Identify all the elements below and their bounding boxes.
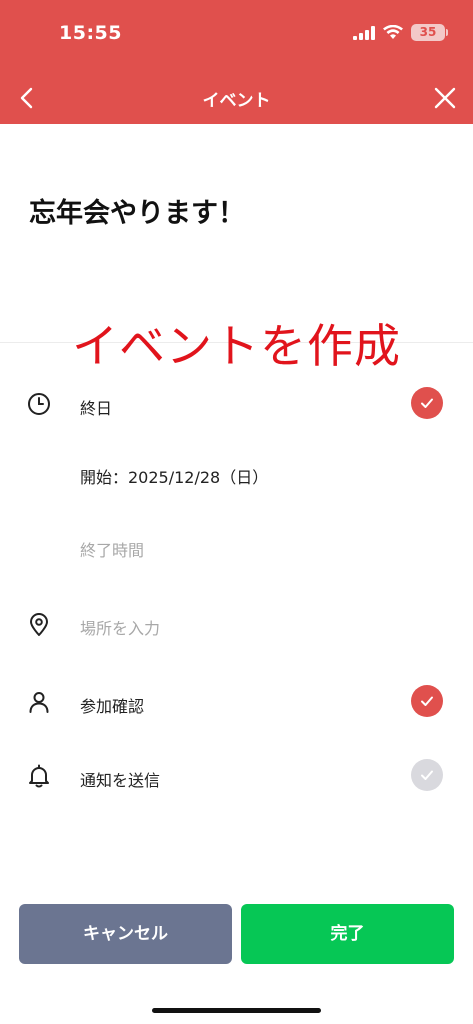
cancel-button[interactable]: キャンセル	[19, 904, 232, 964]
header-bar: 15:55 35 イベント	[0, 0, 473, 124]
signal-icon	[353, 25, 375, 40]
location-input[interactable]: 場所を入力	[80, 615, 160, 639]
overlay-caption: イベントを作成	[72, 319, 401, 373]
location-pin-icon	[30, 613, 48, 636]
battery-icon: 35	[411, 24, 448, 41]
rsvp-label: 参加確認	[80, 697, 145, 716]
notify-label: 通知を送信	[80, 771, 161, 790]
rsvp-toggle[interactable]	[411, 685, 443, 717]
checkmark-icon	[421, 398, 433, 408]
all-day-toggle[interactable]	[411, 387, 443, 419]
status-time: 15:55	[59, 22, 122, 44]
status-icons: 35	[353, 24, 448, 41]
wifi-icon	[383, 25, 403, 39]
checkmark-icon	[421, 770, 433, 780]
close-icon[interactable]	[431, 84, 459, 112]
notify-toggle[interactable]	[411, 759, 443, 791]
bell-icon	[29, 764, 49, 788]
clock-icon	[28, 393, 50, 415]
all-day-label: 終日	[80, 399, 113, 418]
event-title[interactable]: 忘年会やります！	[29, 191, 245, 230]
home-indicator[interactable]	[152, 1008, 321, 1013]
end-time-field[interactable]: 終了時間	[80, 537, 144, 561]
person-icon	[29, 692, 49, 713]
start-date-field[interactable]: 開始：2025/12/28（日）	[80, 464, 268, 488]
checkmark-icon	[421, 696, 433, 706]
done-button[interactable]: 完了	[241, 904, 454, 964]
page-title: イベント	[202, 91, 271, 111]
